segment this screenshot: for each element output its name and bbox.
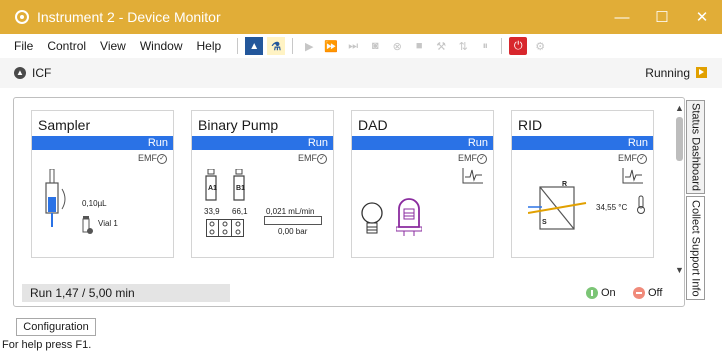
module-status-bar: Run (512, 136, 653, 150)
maximize-button[interactable]: ☐ (642, 0, 682, 34)
power-on-icon (586, 287, 598, 299)
transfer-icon[interactable]: ⇅ (454, 37, 472, 55)
deuterium-lamp-icon (396, 198, 422, 236)
module-card-dad[interactable]: DAD Run EMF ✓ (351, 110, 494, 258)
toolbar-separator (292, 38, 294, 54)
method-flask-icon[interactable]: ⚗ (267, 37, 286, 55)
module-title: RID (518, 117, 543, 133)
status-bar-help: For help press F1. (2, 339, 92, 351)
refractive-cell-icon (528, 186, 587, 230)
module-status-bar: Run (192, 136, 333, 150)
pressure-value: 0,00 bar (278, 227, 308, 236)
cell-s-label: S (542, 219, 547, 226)
lamp-bulb-icon (361, 202, 383, 234)
bottle-b-label: B1 (236, 185, 245, 192)
tools-icon[interactable]: ⚒ (432, 37, 450, 55)
emf-check-icon: ✓ (637, 153, 647, 164)
signal-chart-icon (622, 168, 643, 184)
scroll-thumb[interactable] (676, 117, 683, 161)
module-status-bar: Run (32, 136, 173, 150)
running-status-text: Running (645, 66, 690, 80)
module-card-sampler[interactable]: Sampler Run EMF ✓ 0,10µL Vial 1 (31, 110, 174, 258)
app-icon (15, 10, 29, 24)
syringe-icon (45, 169, 66, 227)
vial-icon (82, 216, 93, 234)
menu-bar: File Control View Window Help ▲ ⚗ ▶ ⏩ ⏭ … (0, 34, 722, 58)
menu-control[interactable]: Control (40, 39, 93, 53)
tab-collect-support-info[interactable]: Collect Support Info (686, 196, 705, 300)
legend-on-label: On (601, 287, 616, 299)
legend-off: Off (633, 287, 662, 299)
step-icon[interactable]: ⏭ (344, 37, 362, 55)
abort-icon[interactable]: ⊗ (388, 37, 406, 55)
pause-icon[interactable]: ⏸ (476, 37, 494, 55)
emf-check-icon: ✓ (317, 153, 327, 164)
signal-chart-icon (462, 168, 483, 184)
collapse-chevron-icon[interactable]: ▲ (14, 67, 26, 79)
toolbar-separator (237, 38, 239, 54)
group-label: ICF (32, 66, 52, 80)
module-title: Binary Pump (198, 117, 279, 133)
emf-indicator: EMF ✓ (298, 153, 327, 164)
module-card-rid[interactable]: RID Run EMF ✓ R S 34,55 °C (511, 110, 654, 258)
emf-indicator: EMF ✓ (458, 153, 487, 164)
temperature-value: 34,55 °C (596, 203, 628, 212)
play-icon[interactable]: ▶ (300, 37, 318, 55)
status-dashboard-panel: Sampler Run EMF ✓ 0,10µL Vial 1 Binary Pu… (13, 97, 685, 307)
thermometer-icon (637, 195, 645, 214)
module-card-binary-pump[interactable]: Binary Pump Run EMF ✓ A1 B1 33,9 66,1 0,0… (191, 110, 334, 258)
injection-volume: 0,10µL (82, 199, 107, 208)
percent-a: 33,9 (204, 207, 220, 216)
run-progress: Run 1,47 / 5,00 min (22, 284, 230, 302)
emf-check-icon: ✓ (157, 153, 167, 164)
legend-on: On (586, 287, 616, 299)
bottle-a-label: A1 (208, 185, 217, 192)
scroll-up-icon[interactable]: ▲ (674, 103, 685, 113)
cell-r-label: R (562, 181, 568, 188)
menu-file[interactable]: File (0, 39, 40, 53)
emf-indicator: EMF ✓ (618, 153, 647, 164)
window-title: Instrument 2 - Device Monitor (37, 9, 221, 25)
power-off-icon (633, 287, 645, 299)
legend-off-label: Off (648, 287, 663, 299)
emf-check-icon: ✓ (477, 153, 487, 164)
configuration-button[interactable]: Configuration (16, 318, 96, 336)
snapshot-icon[interactable]: ◙ (366, 37, 384, 55)
menu-view[interactable]: View (93, 39, 133, 53)
vial-label: Vial 1 (98, 219, 118, 228)
pressure-bar (264, 216, 322, 225)
emf-indicator: EMF ✓ (138, 153, 167, 164)
close-button[interactable]: ✕ (682, 0, 722, 34)
pump-valve-icon (206, 219, 244, 237)
minimize-button[interactable]: — (602, 0, 642, 34)
module-status-bar: Run (352, 136, 493, 150)
settings-gear-icon[interactable]: ⚙ (531, 37, 549, 55)
scroll-down-icon[interactable]: ▼ (674, 265, 685, 275)
power-stop-icon[interactable]: ⏻ (509, 37, 528, 55)
dashboard-scrollbar[interactable]: ▲ ▼ (674, 101, 685, 281)
instrument-control-icon[interactable]: ▲ (245, 37, 264, 55)
stop-square-icon[interactable]: ■ (410, 37, 428, 55)
running-play-icon (696, 67, 707, 78)
percent-b: 66,1 (232, 207, 248, 216)
module-title: DAD (358, 117, 388, 133)
toolbar: ▲ ⚗ ▶ ⏩ ⏭ ◙ ⊗ ■ ⚒ ⇅ ⏸ ⏻ ⚙ (232, 37, 551, 55)
module-title: Sampler (38, 117, 91, 133)
menu-window[interactable]: Window (133, 39, 190, 53)
toolbar-separator (501, 38, 503, 54)
tab-status-dashboard[interactable]: Status Dashboard (686, 100, 705, 194)
status-row: ▲ ICF Running (0, 58, 722, 88)
flow-rate: 0,021 mL/min (266, 207, 315, 216)
fast-forward-icon[interactable]: ⏩ (322, 37, 340, 55)
title-bar: Instrument 2 - Device Monitor — ☐ ✕ (0, 0, 722, 34)
menu-help[interactable]: Help (190, 39, 229, 53)
